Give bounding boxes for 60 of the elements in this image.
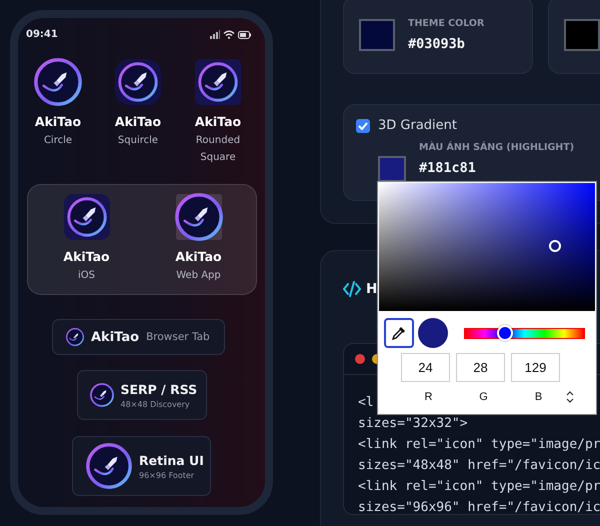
checkbox[interactable] xyxy=(356,118,370,132)
app-caption: Squircle xyxy=(116,134,160,148)
app-caption: Rounded Square xyxy=(194,134,242,165)
code-line: sizes="32x32"> xyxy=(358,417,468,430)
code-line: <link rel="icon" type="image/pr xyxy=(358,438,600,451)
color-label: MÀU ÁNH SÁNG (HIGHLIGHT) xyxy=(419,142,574,153)
channel-input[interactable]: 129 xyxy=(511,353,560,382)
preview-title: Retina UI xyxy=(139,452,204,468)
color-label: THEME COLOR xyxy=(408,18,484,29)
eyedropper-button[interactable] xyxy=(384,318,414,348)
wifi-icon xyxy=(223,30,235,39)
preview-caption: 96×96 Footer xyxy=(139,470,196,480)
hue-slider[interactable] xyxy=(464,328,585,338)
checkmark-icon xyxy=(358,122,368,130)
rocket-logo-icon xyxy=(194,58,242,106)
code-line: <l xyxy=(358,396,374,409)
rocket-logo-icon xyxy=(90,383,114,407)
signal-icon xyxy=(210,30,220,39)
slider-thumb[interactable] xyxy=(497,325,514,341)
window-dot xyxy=(355,354,365,364)
channel-label: G xyxy=(478,391,489,403)
code-line: sizes="48x48" href="/favicon/ic xyxy=(358,459,600,472)
tab-caption: Browser Tab xyxy=(146,331,210,343)
color-value: #181c81 xyxy=(419,160,477,176)
app-caption: iOS xyxy=(78,269,95,283)
code-icon xyxy=(343,281,361,297)
tab-title: AkiTao xyxy=(91,330,140,344)
channel-input[interactable]: 24 xyxy=(401,353,450,382)
rocket-logo-icon xyxy=(34,58,82,106)
code-line: sizes="96x96" href="/favicon/ic xyxy=(358,501,600,514)
channel-label: B xyxy=(534,391,544,403)
rocket-logo-icon xyxy=(114,58,162,106)
app-name: AkiTao xyxy=(114,114,162,129)
preview-caption: 48×48 Discovery xyxy=(120,400,191,408)
status-time: 09:41 xyxy=(26,29,58,40)
up-down-icon[interactable] xyxy=(566,391,574,403)
preview-title: SERP / RSS xyxy=(120,382,198,396)
eyedropper-icon xyxy=(391,325,407,341)
color-swatch[interactable] xyxy=(564,19,600,51)
app-name: AkiTao xyxy=(63,249,110,264)
app-name: AkiTao xyxy=(194,114,242,129)
checkbox-label: 3D Gradient xyxy=(378,118,457,133)
battery-icon xyxy=(238,30,251,38)
color-swatch[interactable] xyxy=(378,156,406,182)
app-name: AkiTao xyxy=(175,249,222,264)
color-swatch[interactable] xyxy=(359,19,395,51)
rocket-logo-icon xyxy=(66,328,84,346)
code-line: <link rel="icon" type="image/pr xyxy=(358,480,600,493)
picker-handle[interactable] xyxy=(548,240,561,252)
app-caption: Web App xyxy=(176,269,221,283)
rocket-logo-icon xyxy=(86,443,132,489)
rocket-logo-icon xyxy=(174,193,222,241)
channel-label: R xyxy=(424,391,434,403)
color-value: #03093b xyxy=(408,36,466,52)
panel-heading: H xyxy=(366,281,378,297)
channel-input[interactable]: 28 xyxy=(456,353,505,382)
app-caption: Circle xyxy=(42,134,74,148)
rocket-logo-icon xyxy=(62,193,110,241)
saturation-area[interactable] xyxy=(379,183,595,311)
app-name: AkiTao xyxy=(34,114,82,129)
